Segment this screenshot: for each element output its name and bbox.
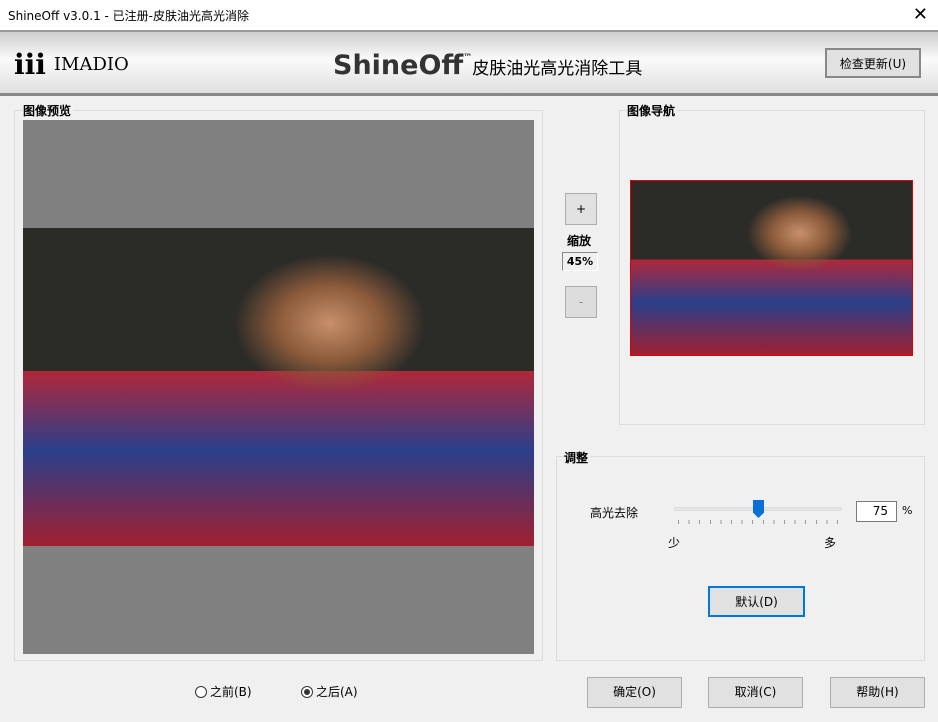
window-title: ShineOff v3.0.1 - 已注册-皮肤油光高光消除	[8, 9, 249, 23]
preview-label: 图像预览	[23, 102, 74, 119]
app-name: ShineOff	[333, 50, 464, 81]
zoom-label: 缩放	[567, 234, 592, 248]
default-button[interactable]: 默认(D)	[708, 586, 805, 617]
navigator-label: 图像导航	[627, 102, 678, 119]
trademark: ™	[463, 53, 473, 63]
logo-mark: iii	[14, 48, 46, 81]
check-update-button[interactable]: 检查更新(U)	[825, 48, 921, 78]
ok-button[interactable]: 确定(O)	[587, 677, 682, 708]
radio-after-label: 之后(A)	[316, 685, 358, 699]
min-label: 少	[668, 536, 681, 550]
cancel-button[interactable]: 取消(C)	[708, 677, 803, 708]
image-preview[interactable]	[23, 120, 534, 654]
max-label: 多	[824, 536, 837, 550]
close-icon[interactable]: ✕	[913, 4, 928, 25]
app-subtitle: 皮肤油光高光消除工具	[472, 59, 643, 79]
app-title: ShineOff™皮肤油光高光消除工具	[333, 50, 642, 81]
adjust-label: 调整	[564, 449, 591, 466]
radio-before-label: 之前(B)	[210, 685, 252, 699]
percent-unit: %	[902, 504, 913, 517]
title-bar: ShineOff v3.0.1 - 已注册-皮肤油光高光消除 ✕	[0, 0, 938, 30]
zoom-in-button[interactable]: +	[565, 193, 597, 225]
highlight-removal-label: 高光去除	[590, 506, 639, 520]
radio-circle	[195, 685, 207, 698]
zoom-value: 45%	[562, 252, 598, 271]
imadio-logo: iii IMADIO	[14, 48, 129, 81]
adjust-group	[556, 456, 925, 661]
radio-after[interactable]: 之后(A)	[301, 683, 358, 700]
highlight-value-input[interactable]: 75	[856, 501, 897, 522]
help-button[interactable]: 帮助(H)	[830, 677, 925, 708]
radio-circle-checked	[301, 685, 313, 698]
navigator-image[interactable]	[630, 180, 913, 356]
banner: iii IMADIO ShineOff™皮肤油光高光消除工具 检查更新(U)	[0, 30, 938, 96]
slider-ticks	[678, 520, 838, 524]
radio-before[interactable]: 之前(B)	[195, 683, 252, 700]
logo-text: IMADIO	[53, 54, 129, 75]
zoom-out-button[interactable]: -	[565, 286, 597, 318]
preview-photo	[23, 228, 534, 546]
